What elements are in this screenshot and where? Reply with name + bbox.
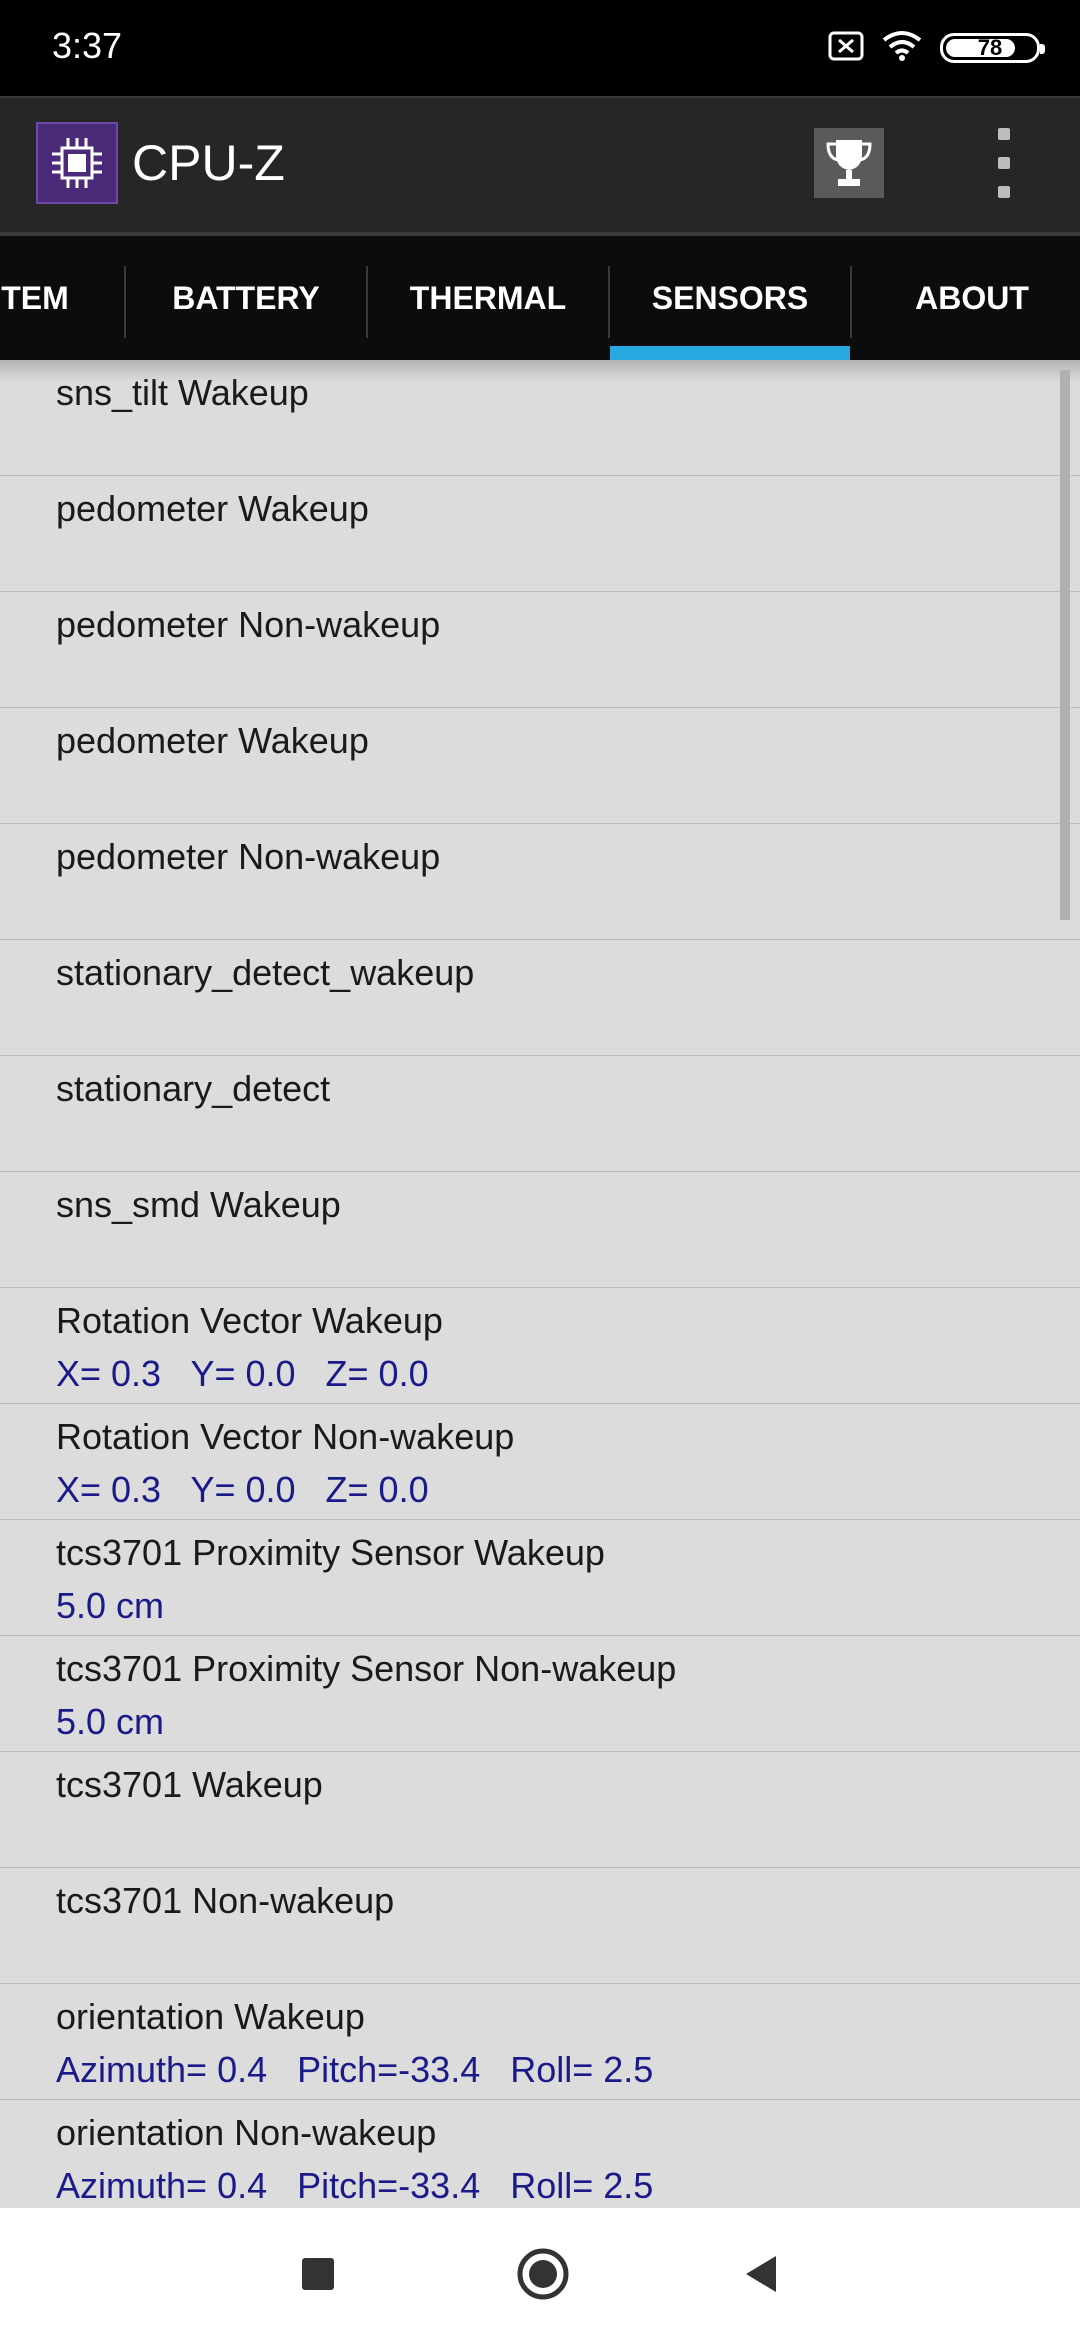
more-vert-icon	[998, 128, 1010, 140]
sensor-name: tcs3701 Wakeup	[56, 1764, 323, 1805]
sensor-row[interactable]: tcs3701 Wakeup	[0, 1752, 1080, 1868]
circle-icon	[517, 2248, 569, 2300]
sensor-name: orientation Non-wakeup	[56, 2112, 437, 2153]
status-bar: 3:37 78	[0, 0, 1080, 96]
home-button[interactable]	[505, 2236, 581, 2312]
sensor-name: stationary_detect	[56, 1068, 331, 1109]
sensor-row[interactable]: pedometer Wakeup	[0, 708, 1080, 824]
tab-about[interactable]: ABOUT	[852, 236, 1080, 360]
sensor-row[interactable]: tcs3701 Non-wakeup	[0, 1868, 1080, 1984]
sensor-name: stationary_detect_wakeup	[56, 952, 475, 993]
trophy-button[interactable]	[814, 128, 884, 198]
battery-icon: 78	[940, 33, 1045, 63]
sensor-row[interactable]: pedometer Non-wakeup	[0, 824, 1080, 940]
app-bar: CPU-Z	[0, 96, 1080, 232]
cpu-chip-icon	[36, 122, 118, 204]
sensor-name: orientation Wakeup	[56, 1996, 365, 2037]
square-icon	[302, 2258, 334, 2290]
status-time: 3:37	[52, 25, 123, 66]
sensor-row[interactable]: tcs3701 Proximity Sensor Wakeup 5.0 cm	[0, 1520, 1080, 1636]
sensor-row[interactable]: Rotation Vector Non-wakeup X= 0.3 Y= 0.0 …	[0, 1404, 1080, 1520]
sensor-name: Rotation Vector Wakeup	[56, 1300, 443, 1341]
trophy-icon	[826, 140, 872, 186]
scrollbar[interactable]	[1060, 370, 1070, 920]
tab-thermal[interactable]: THERMAL	[368, 236, 608, 360]
sensor-name: pedometer Non-wakeup	[56, 836, 441, 877]
sensor-value: Azimuth= 0.4 Pitch=-33.4 Roll= 2.5	[56, 2049, 654, 2090]
tab-battery[interactable]: BATTERY	[126, 236, 366, 360]
sensor-value: X= 0.3 Y= 0.0 Z= 0.0	[56, 1469, 429, 1510]
sensor-list[interactable]: sns_tilt Wakeup pedometer Wakeup pedometer…	[0, 360, 1080, 2208]
app-title: CPU-Z	[132, 135, 285, 191]
sensor-row[interactable]: Rotation Vector Wakeup X= 0.3 Y= 0.0 Z= 0…	[0, 1288, 1080, 1404]
navigation-bar	[0, 2208, 1080, 2340]
tab-sensors[interactable]: SENSORS	[610, 236, 850, 360]
sensor-value: Azimuth= 0.4 Pitch=-33.4 Roll= 2.5	[56, 2165, 654, 2206]
sim-off-icon	[828, 31, 864, 66]
sensor-name: pedometer Wakeup	[56, 488, 369, 529]
tab-bar: TEM BATTERY THERMAL SENSORS ABOUT	[0, 232, 1080, 360]
sensor-row[interactable]: sns_smd Wakeup	[0, 1172, 1080, 1288]
triangle-back-icon	[746, 2256, 776, 2292]
sensor-name: tcs3701 Proximity Sensor Non-wakeup	[56, 1648, 677, 1689]
back-button[interactable]	[724, 2236, 800, 2312]
sensor-row[interactable]: pedometer Non-wakeup	[0, 592, 1080, 708]
selected-tab-indicator	[610, 346, 850, 360]
sensor-name: pedometer Wakeup	[56, 720, 369, 761]
sensor-value: X= 0.3 Y= 0.0 Z= 0.0	[56, 1353, 429, 1394]
sensor-row[interactable]: stationary_detect	[0, 1056, 1080, 1172]
sensor-name: tcs3701 Proximity Sensor Wakeup	[56, 1532, 605, 1573]
status-icons: 78	[828, 26, 1045, 70]
recents-button[interactable]	[280, 2236, 356, 2312]
sensor-row[interactable]: orientation Non-wakeup Azimuth= 0.4 Pitch…	[0, 2100, 1080, 2208]
more-options-button[interactable]	[990, 128, 1018, 198]
wifi-icon	[882, 30, 922, 67]
sensor-name: tcs3701 Non-wakeup	[56, 1880, 395, 1921]
sensor-name: Rotation Vector Non-wakeup	[56, 1416, 515, 1457]
sensor-row[interactable]: stationary_detect_wakeup	[0, 940, 1080, 1056]
sensor-name: sns_smd Wakeup	[56, 1184, 341, 1225]
battery-level: 78	[977, 35, 1003, 60]
sensor-value: 5.0 cm	[56, 1585, 165, 1626]
sensor-row[interactable]: tcs3701 Proximity Sensor Non-wakeup 5.0 c…	[0, 1636, 1080, 1752]
sensor-value: 5.0 cm	[56, 1701, 165, 1742]
sensor-row[interactable]: orientation Wakeup Azimuth= 0.4 Pitch=-33…	[0, 1984, 1080, 2100]
sensor-name: pedometer Non-wakeup	[56, 604, 441, 645]
sensor-row[interactable]: pedometer Wakeup	[0, 476, 1080, 592]
